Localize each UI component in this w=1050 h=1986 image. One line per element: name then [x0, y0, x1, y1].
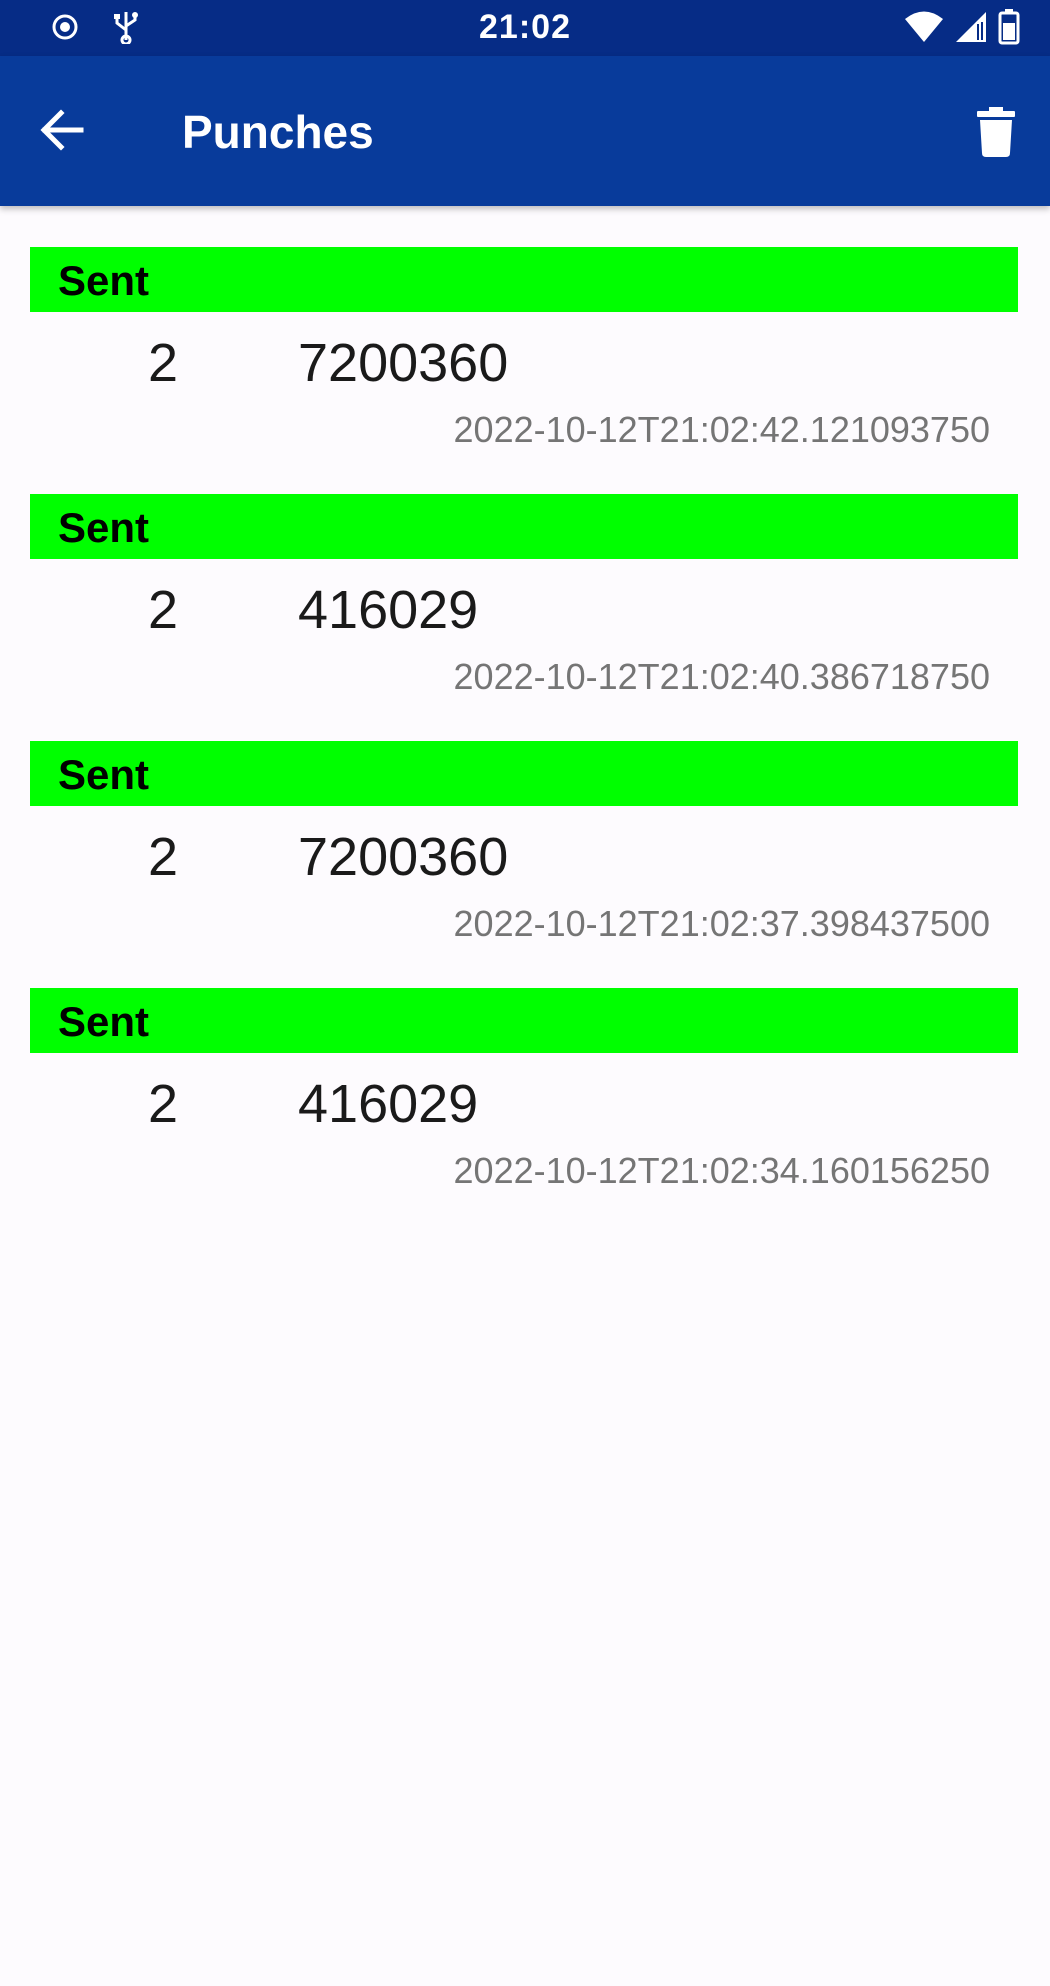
punch-code: 7200360	[298, 333, 509, 393]
punch-code: 416029	[298, 1074, 479, 1134]
app-bar: Punches	[0, 56, 1050, 206]
punch-number: 2	[148, 1074, 179, 1134]
punch-timestamp: 2022-10-12T21:02:42.121093750	[453, 409, 990, 450]
delete-all-button[interactable]	[964, 102, 1028, 166]
punch-item[interactable]: Sent 2 416029 2022-10-12T21:02:40.386718…	[30, 494, 1018, 741]
arrow-left-icon	[39, 107, 85, 158]
punch-timestamp: 2022-10-12T21:02:34.160156250	[453, 1150, 990, 1191]
back-button[interactable]	[30, 102, 94, 162]
punch-code: 7200360	[298, 827, 509, 887]
punch-list: Sent 2 7200360 2022-10-12T21:02:42.12109…	[30, 247, 1018, 1235]
punch-number: 2	[148, 580, 179, 640]
battery-icon	[998, 9, 1020, 50]
status-badge: Sent	[30, 741, 1018, 806]
status-time: 21:02	[479, 8, 571, 46]
wifi-icon	[904, 10, 944, 49]
status-badge: Sent	[30, 988, 1018, 1053]
punch-timestamp: 2022-10-12T21:02:37.398437500	[453, 903, 990, 944]
signal-icon	[954, 10, 988, 49]
punch-number: 2	[148, 333, 179, 393]
punch-number: 2	[148, 827, 179, 887]
punch-code: 416029	[298, 580, 479, 640]
status-bar: 21:02	[0, 0, 1050, 56]
punch-item[interactable]: Sent 2 7200360 2022-10-12T21:02:37.39843…	[30, 741, 1018, 988]
status-badge: Sent	[30, 247, 1018, 312]
punch-timestamp: 2022-10-12T21:02:40.386718750	[453, 656, 990, 697]
status-right-icons	[904, 9, 1020, 50]
page-title: Punches	[182, 106, 374, 158]
punch-item[interactable]: Sent 2 416029 2022-10-12T21:02:34.160156…	[30, 988, 1018, 1235]
trash-icon	[976, 106, 1016, 162]
status-badge: Sent	[30, 494, 1018, 559]
punch-item[interactable]: Sent 2 7200360 2022-10-12T21:02:42.12109…	[30, 247, 1018, 494]
